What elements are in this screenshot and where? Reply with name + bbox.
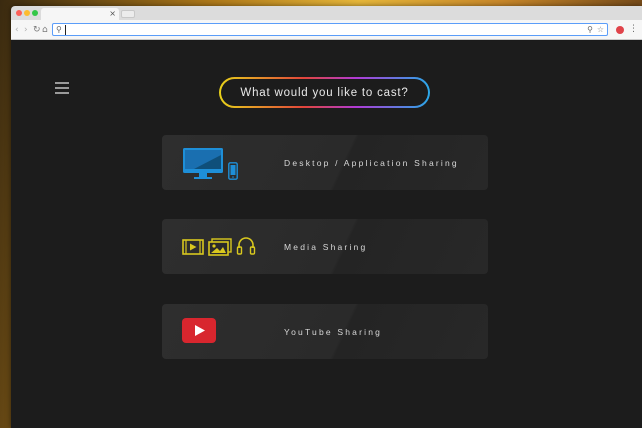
browser-toolbar: ‹ › ↻ ⌂ ⚲ ⚲ ☆ ⋮ [11, 20, 642, 40]
reload-icon[interactable]: ↻ [33, 24, 41, 36]
phone-icon [228, 162, 238, 180]
browser-menu-icon[interactable]: ⋮ [629, 23, 638, 35]
cast-prompt-text: What would you like to cast? [221, 79, 428, 106]
tab-strip: × [11, 6, 642, 20]
address-input[interactable] [65, 25, 565, 35]
address-bar[interactable]: ⚲ ⚲ ☆ [52, 23, 608, 36]
new-tab-button[interactable] [121, 10, 135, 18]
media-sharing-option[interactable]: Media Sharing [162, 219, 488, 274]
image-icon [208, 238, 232, 256]
bookmark-star-icon[interactable]: ☆ [597, 23, 604, 36]
youtube-icon [182, 318, 216, 343]
cast-prompt: What would you like to cast? [219, 77, 430, 108]
youtube-sharing-option[interactable]: YouTube Sharing [162, 304, 488, 359]
browser-window: × ‹ › ↻ ⌂ ⚲ ⚲ ☆ ⋮ What would you like to… [11, 6, 642, 428]
zoom-icon[interactable]: ⚲ [587, 23, 593, 36]
media-sharing-label: Media Sharing [284, 241, 368, 252]
back-icon[interactable]: ‹ [15, 24, 19, 36]
browser-tab[interactable]: × [41, 8, 119, 20]
extension-icon[interactable] [616, 26, 624, 34]
hamburger-menu-icon[interactable] [55, 82, 69, 94]
monitor-icon [183, 148, 223, 179]
close-window-button[interactable] [16, 10, 22, 16]
forward-icon[interactable]: › [24, 24, 28, 36]
minimize-window-button[interactable] [24, 10, 30, 16]
desktop-sharing-option[interactable]: Desktop / Application Sharing [162, 135, 488, 190]
tab-close-icon[interactable]: × [109, 8, 116, 20]
youtube-sharing-label: YouTube Sharing [284, 326, 383, 337]
maximize-window-button[interactable] [32, 10, 38, 16]
desktop-sharing-label: Desktop / Application Sharing [284, 157, 459, 168]
home-icon[interactable]: ⌂ [42, 24, 48, 36]
page-content: What would you like to cast? Desktop / A [11, 41, 642, 428]
search-icon: ⚲ [56, 25, 62, 34]
headphones-icon [236, 237, 256, 255]
video-icon [182, 239, 204, 255]
